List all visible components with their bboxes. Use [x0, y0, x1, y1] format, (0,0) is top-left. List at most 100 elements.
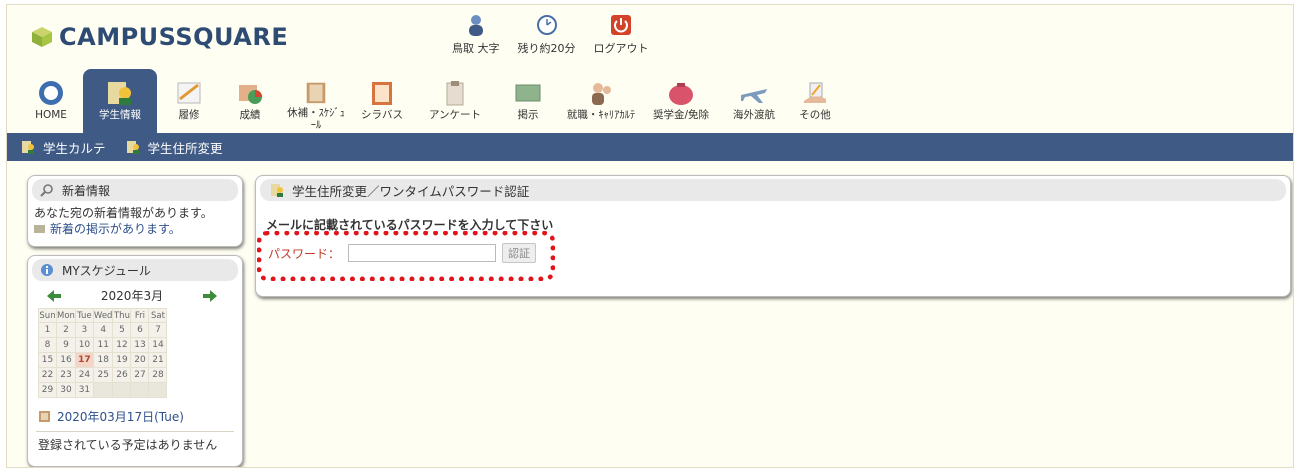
calendar-day[interactable]: 2	[56, 322, 76, 338]
clock-icon	[536, 15, 557, 35]
nav-grades[interactable]: 成績	[221, 69, 279, 131]
prev-month-arrow-icon[interactable]	[46, 289, 62, 303]
calendar-week-row: 29 30 31	[38, 382, 168, 398]
calendar-day[interactable]: 24	[74, 367, 94, 383]
nav-bulletin[interactable]: 掲示	[499, 69, 557, 131]
no-events-text: 登録されている予定はありません	[38, 438, 218, 452]
calendar-day[interactable]: 14	[148, 337, 168, 353]
syllabus-icon	[372, 82, 392, 105]
portal-frame: CAMPUSSQUARE 鳥取 大字 残り約20分 ログアウト HOME 学生情…	[6, 4, 1294, 468]
panel-title: 学生住所変更／ワンタイムパスワード認証	[292, 183, 530, 199]
calendar-book-icon	[39, 411, 50, 422]
calendar-day[interactable]: 29	[38, 382, 57, 398]
info-icon	[41, 264, 53, 276]
logout-label: ログアウト	[593, 42, 649, 55]
highlight-annotation	[257, 231, 555, 281]
calendar-day[interactable]: 15	[38, 352, 57, 368]
calendar-header: 2020年3月	[46, 287, 218, 304]
calendar-day[interactable]: 12	[112, 337, 132, 353]
calendar-day[interactable]: 25	[92, 367, 114, 383]
calendar-day[interactable]: 1	[38, 322, 57, 338]
registration-icon	[177, 82, 201, 104]
calendar-empty-cell	[92, 382, 114, 398]
weekday-label: Mon	[56, 308, 76, 323]
nav-registration[interactable]: 履修	[165, 69, 213, 131]
career-icon	[592, 83, 611, 105]
calendar-day-today[interactable]: 17	[74, 352, 94, 368]
weekday-label: Sun	[38, 308, 57, 323]
subnav-address-change[interactable]: 学生住所変更	[126, 138, 223, 157]
calendar-day[interactable]: 28	[148, 367, 168, 383]
calendar-empty-cell	[112, 382, 132, 398]
calendar-day[interactable]: 18	[92, 352, 114, 368]
calendar-grid: Sun Mon Tue Wed Thu Fri Sat 1 2 3 4 5 6 …	[38, 308, 168, 398]
schedule-widget: MYスケジュール 2020年3月 Sun Mon Tue Wed Thu Fri…	[27, 255, 243, 467]
news-link-label: 新着の掲示があります。	[50, 222, 181, 236]
student-card-icon	[126, 141, 139, 154]
divider	[36, 431, 234, 432]
news-widget: 新着情報 あなた宛の新着情報があります。 新着の掲示があります。	[27, 175, 243, 247]
other-icon	[804, 82, 826, 103]
calendar-week-row: 1 2 3 4 5 6 7	[38, 322, 168, 338]
nav-student-info[interactable]: 学生情報	[83, 69, 157, 133]
nav-syllabus[interactable]: シラバス	[353, 69, 411, 131]
nav-other[interactable]: その他	[791, 69, 839, 131]
weekday-label: Sat	[148, 308, 168, 323]
home-icon	[39, 81, 63, 105]
nav-career[interactable]: 就職・ｷｬﾘｱｶﾙﾃ	[565, 69, 637, 131]
calendar-day[interactable]: 8	[38, 337, 57, 353]
schedule-title: MYスケジュール	[62, 263, 151, 278]
nav-label: 奨学金/免除	[652, 109, 710, 121]
calendar-day[interactable]: 31	[74, 382, 94, 398]
campussquare-logo[interactable]: CAMPUSSQUARE	[31, 23, 288, 51]
news-message: あなた宛の新着情報があります。	[34, 206, 213, 220]
calendar-day[interactable]: 16	[56, 352, 76, 368]
subnav-label: 学生住所変更	[147, 140, 223, 156]
main-nav: HOME 学生情報 履修 成績 休補・ｽｹｼﾞｭｰﾙ シラバス アンケート 掲示…	[27, 69, 847, 133]
panel-title-bar: 学生住所変更／ワンタイムパスワード認証	[260, 179, 1286, 201]
user-name-item[interactable]: 鳥取 大字	[452, 13, 500, 56]
calendar-day[interactable]: 3	[74, 322, 94, 338]
calendar-day[interactable]: 13	[130, 337, 150, 353]
schedule-title-bar: MYスケジュール	[32, 259, 238, 281]
calendar-day[interactable]: 5	[112, 322, 132, 338]
calendar-day[interactable]: 22	[38, 367, 57, 383]
nav-label: 成績	[239, 109, 261, 121]
news-bulletin-link[interactable]: 新着の掲示があります。	[34, 221, 242, 237]
calendar-day[interactable]: 9	[56, 337, 76, 353]
sub-nav-bar: 学生カルテ 学生住所変更	[7, 133, 1293, 161]
weekday-label: Tue	[74, 308, 94, 323]
calendar-day[interactable]: 26	[112, 367, 132, 383]
weekday-label: Wed	[92, 308, 114, 323]
selected-date: 2020年03月17日(Tue)	[38, 408, 242, 425]
nav-scholarship[interactable]: 奨学金/免除	[645, 69, 717, 131]
calendar-day[interactable]: 21	[148, 352, 168, 368]
survey-icon	[446, 81, 464, 106]
calendar-day[interactable]: 6	[130, 322, 150, 338]
subnav-label: 学生カルテ	[43, 140, 106, 156]
user-tools: 鳥取 大字 残り約20分 ログアウト	[452, 13, 667, 56]
nav-survey[interactable]: アンケート	[419, 69, 491, 131]
calendar-day[interactable]: 20	[130, 352, 150, 368]
grades-icon	[239, 85, 262, 104]
nav-schedule[interactable]: 休補・ｽｹｼﾞｭｰﾙ	[287, 69, 345, 131]
logout-button[interactable]: ログアウト	[594, 13, 649, 56]
subnav-student-record[interactable]: 学生カルテ	[21, 138, 106, 157]
calendar-month: 2020年3月	[100, 289, 164, 303]
logo-cube-icon	[32, 27, 52, 47]
calendar-empty-cell	[148, 382, 168, 398]
nav-overseas[interactable]: 海外渡航	[725, 69, 783, 131]
calendar-day[interactable]: 7	[148, 322, 168, 338]
news-body: あなた宛の新着情報があります。 新着の掲示があります。	[28, 201, 242, 237]
calendar-day[interactable]: 11	[92, 337, 114, 353]
calendar-day[interactable]: 30	[56, 382, 76, 398]
calendar-day[interactable]: 23	[56, 367, 76, 383]
bulletin-icon	[34, 225, 45, 233]
next-month-arrow-icon[interactable]	[202, 289, 218, 303]
calendar-day[interactable]: 27	[130, 367, 150, 383]
nav-home[interactable]: HOME	[27, 69, 75, 131]
calendar-day[interactable]: 4	[92, 322, 114, 338]
weekday-label: Fri	[130, 308, 150, 323]
calendar-day[interactable]: 19	[112, 352, 132, 368]
calendar-day[interactable]: 10	[74, 337, 94, 353]
